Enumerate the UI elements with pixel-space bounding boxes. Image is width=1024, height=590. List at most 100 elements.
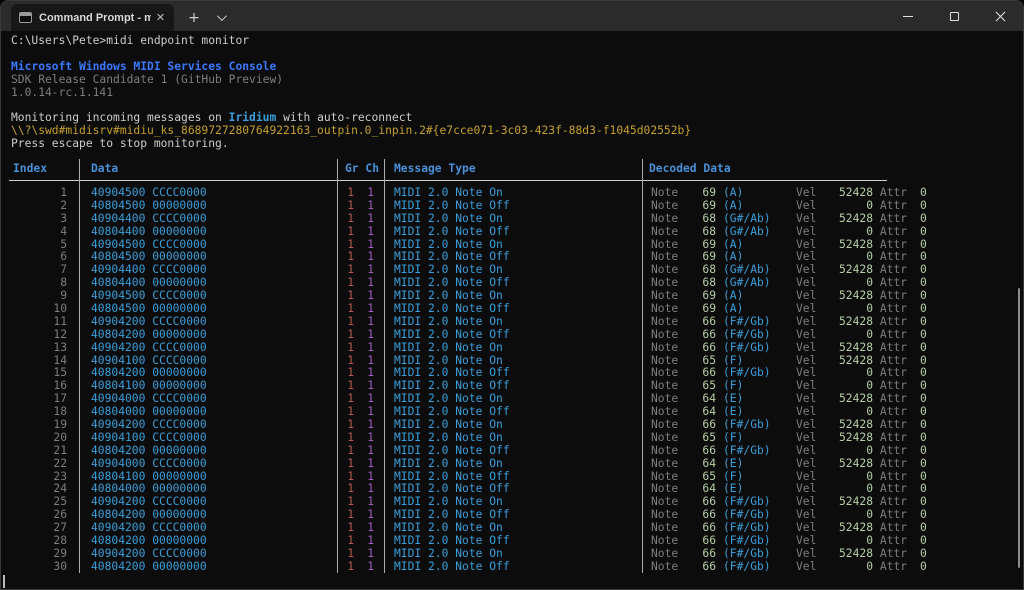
table-row: 30 40804200 00000000 1 1 MIDI 2.0 Note O… xyxy=(1,561,1023,574)
table-row: 3 40904400 CCCC0000 1 1 MIDI 2.0 Note On… xyxy=(1,213,1023,226)
row-group: 1 xyxy=(344,226,354,239)
row-group: 1 xyxy=(344,316,354,329)
decoded-note-name: (A) xyxy=(716,303,796,316)
row-message-type: MIDI 2.0 Note Off xyxy=(394,445,636,458)
row-index: 6 xyxy=(11,251,67,264)
decoded-attr-label: Attr xyxy=(873,187,914,200)
tab-dropdown-button[interactable] xyxy=(208,4,232,31)
table-row: 1 40904500 CCCC0000 1 1 MIDI 2.0 Note On… xyxy=(1,187,1023,200)
row-index: 2 xyxy=(11,200,67,213)
decoded-vel-value: 0 xyxy=(816,535,873,548)
decoded-vel-value: 52428 xyxy=(816,187,873,200)
row-group: 1 xyxy=(344,342,354,355)
row-data-words: 40904100 CCCC0000 xyxy=(91,432,331,445)
row-channel: 1 xyxy=(354,226,374,239)
row-channel: 1 xyxy=(354,548,374,561)
row-group: 1 xyxy=(344,458,354,471)
decoded-attr-label: Attr xyxy=(873,445,914,458)
decoded-note-number: 66 xyxy=(678,316,716,329)
maximize-button[interactable] xyxy=(931,1,977,31)
decoded-attr-value: 0 xyxy=(914,419,926,432)
row-message-type: MIDI 2.0 Note On xyxy=(394,187,636,200)
table-row: 4 40804400 00000000 1 1 MIDI 2.0 Note Of… xyxy=(1,226,1023,239)
monitor-suffix: with auto-reconnect xyxy=(276,111,412,124)
decoded-vel-value: 52428 xyxy=(816,355,873,368)
decoded-vel-label: Vel xyxy=(796,548,816,561)
row-channel: 1 xyxy=(354,342,374,355)
decoded-attr-label: Attr xyxy=(873,303,914,316)
decoded-vel-value: 52428 xyxy=(816,496,873,509)
row-decoded-data: Note 66 (F#/Gb) Vel 0 Attr 0 xyxy=(651,445,926,458)
row-channel: 1 xyxy=(354,187,374,200)
decoded-note-number: 66 xyxy=(678,535,716,548)
prompt-line: C:\Users\Pete>midi endpoint monitor xyxy=(11,34,249,47)
table-row: 21 40804200 00000000 1 1 MIDI 2.0 Note O… xyxy=(1,445,1023,458)
row-index: 20 xyxy=(11,432,67,445)
row-decoded-data: Note 69 (A) Vel 0 Attr 0 xyxy=(651,200,926,213)
row-index: 10 xyxy=(11,303,67,316)
decoded-vel-label: Vel xyxy=(796,432,816,445)
row-group: 1 xyxy=(344,329,354,342)
decoded-note-name: (F#/Gb) xyxy=(716,535,796,548)
decoded-note-number: 65 xyxy=(678,432,716,445)
version-line: 1.0.14-rc.1.141 xyxy=(11,86,113,99)
row-message-type: MIDI 2.0 Note Off xyxy=(394,329,636,342)
tab-close-icon[interactable]: ✕ xyxy=(153,10,168,26)
decoded-vel-value: 0 xyxy=(816,445,873,458)
header-group-channel: Gr Ch xyxy=(345,162,379,176)
row-index: 4 xyxy=(11,226,67,239)
row-data-words: 40904200 CCCC0000 xyxy=(91,419,331,432)
new-tab-button[interactable]: + xyxy=(180,4,208,31)
decoded-note-label: Note xyxy=(651,329,678,342)
decoded-note-label: Note xyxy=(651,200,678,213)
decoded-vel-label: Vel xyxy=(796,187,816,200)
row-channel: 1 xyxy=(354,303,374,316)
terminal-tab[interactable]: Command Prompt - midi end ✕ xyxy=(11,4,174,31)
escape-line: Press escape to stop monitoring. xyxy=(11,137,229,150)
close-button[interactable] xyxy=(977,1,1023,31)
scrollbar-thumb[interactable] xyxy=(1018,288,1020,568)
decoded-note-name: (A) xyxy=(716,200,796,213)
decoded-attr-label: Attr xyxy=(873,432,914,445)
minimize-icon xyxy=(903,16,913,17)
decoded-attr-value: 0 xyxy=(914,342,926,355)
decoded-vel-value: 52428 xyxy=(816,522,873,535)
row-decoded-data: Note 69 (A) Vel 0 Attr 0 xyxy=(651,303,926,316)
row-message-type: MIDI 2.0 Note Off xyxy=(394,535,636,548)
decoded-vel-value: 0 xyxy=(816,367,873,380)
row-decoded-data: Note 66 (F#/Gb) Vel 0 Attr 0 xyxy=(651,329,926,342)
row-message-type: MIDI 2.0 Note On xyxy=(394,213,636,226)
decoded-note-number: 66 xyxy=(678,548,716,561)
decoded-note-label: Note xyxy=(651,226,678,239)
decoded-note-number: 66 xyxy=(678,342,716,355)
decoded-vel-value: 52428 xyxy=(816,290,873,303)
decoded-vel-value: 52428 xyxy=(816,213,873,226)
row-decoded-data: Note 66 (F#/Gb) Vel 52428 Attr 0 xyxy=(651,316,926,329)
decoded-attr-value: 0 xyxy=(914,458,926,471)
decoded-vel-value: 0 xyxy=(816,471,873,484)
row-message-type: MIDI 2.0 Note On xyxy=(394,342,636,355)
row-channel: 1 xyxy=(354,419,374,432)
row-channel: 1 xyxy=(354,213,374,226)
minimize-button[interactable] xyxy=(885,1,931,31)
row-index: 11 xyxy=(11,316,67,329)
decoded-note-label: Note xyxy=(651,458,678,471)
decoded-attr-label: Attr xyxy=(873,226,914,239)
decoded-vel-value: 52428 xyxy=(816,458,873,471)
decoded-note-label: Note xyxy=(651,445,678,458)
row-index: 3 xyxy=(11,213,67,226)
decoded-vel-value: 0 xyxy=(816,303,873,316)
row-channel: 1 xyxy=(354,535,374,548)
row-channel: 1 xyxy=(354,200,374,213)
row-index: 28 xyxy=(11,535,67,548)
table-row: 28 40804200 00000000 1 1 MIDI 2.0 Note O… xyxy=(1,535,1023,548)
decoded-vel-value: 52428 xyxy=(816,264,873,277)
monitor-prefix: Monitoring incoming messages on xyxy=(11,111,229,124)
row-channel: 1 xyxy=(354,316,374,329)
row-decoded-data: Note 64 (E) Vel 52428 Attr 0 xyxy=(651,458,926,471)
decoded-attr-label: Attr xyxy=(873,561,914,574)
row-message-type: MIDI 2.0 Note On xyxy=(394,419,636,432)
table-row: 2 40804500 00000000 1 1 MIDI 2.0 Note Of… xyxy=(1,200,1023,213)
row-data-words: 40804200 00000000 xyxy=(91,535,331,548)
decoded-note-label: Note xyxy=(651,535,678,548)
